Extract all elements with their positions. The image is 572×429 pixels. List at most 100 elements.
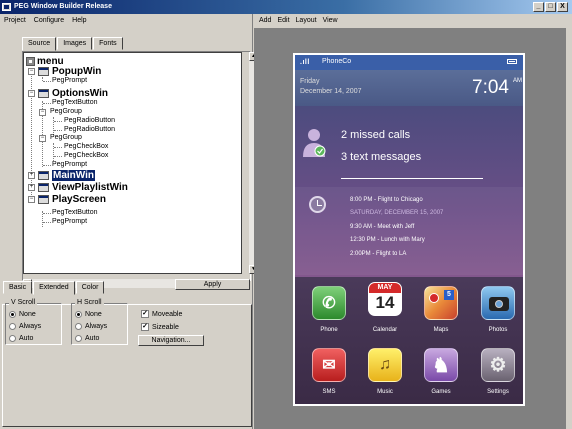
tree-item-label: PegPrompt bbox=[52, 77, 88, 84]
knight-icon: ♞ bbox=[432, 354, 450, 377]
photos-app-icon[interactable] bbox=[481, 286, 515, 320]
camera-lens-icon bbox=[495, 300, 503, 308]
phone-app-icon[interactable]: ✆ bbox=[312, 286, 346, 320]
signal-icon: .ıll bbox=[300, 59, 310, 66]
window-icon bbox=[38, 89, 49, 98]
menu-view[interactable]: View bbox=[323, 17, 338, 24]
collapse-icon[interactable]: − bbox=[39, 109, 46, 116]
radio-label: Auto bbox=[85, 335, 100, 342]
moveable-checkbox[interactable]: ✓ Moveable bbox=[141, 310, 182, 318]
tab-source[interactable]: Source bbox=[22, 37, 57, 51]
radio-icon bbox=[75, 323, 82, 330]
tree-item[interactable]: PegRadioButton bbox=[64, 117, 115, 124]
tab-basic[interactable]: Basic bbox=[3, 281, 33, 294]
collapse-icon[interactable]: − bbox=[28, 196, 35, 203]
schedule-item[interactable]: 2:00PM - Flight to LA bbox=[350, 251, 406, 257]
tree-item-viewplaylistwin[interactable]: ViewPlaylistWin bbox=[38, 182, 128, 193]
collapse-icon[interactable]: − bbox=[39, 135, 46, 142]
phone-preview[interactable]: .ıll PhoneCo Friday December 14, 2007 7:… bbox=[293, 53, 525, 406]
tree-item[interactable]: PegRadioButton bbox=[64, 126, 115, 133]
maximize-button[interactable]: □ bbox=[545, 2, 556, 12]
collapse-icon[interactable]: − bbox=[28, 68, 35, 75]
tree-item-label: PegTextButton bbox=[52, 209, 98, 216]
tree-item[interactable]: PegTextButton bbox=[52, 209, 98, 216]
checkbox-checked-icon: ✓ bbox=[141, 323, 149, 331]
envelope-icon: ✉ bbox=[322, 357, 336, 374]
tree-item[interactable]: PegCheckBox bbox=[64, 143, 108, 150]
tree-item-label: PegPrompt bbox=[52, 161, 88, 168]
sms-app-icon[interactable]: ✉ bbox=[312, 348, 346, 382]
hscroll-none-radio[interactable]: None bbox=[75, 311, 102, 318]
expand-icon[interactable]: + bbox=[28, 172, 35, 179]
schedule-item[interactable]: 12:30 PM - Lunch with Mary bbox=[350, 237, 425, 243]
tab-fonts[interactable]: Fonts bbox=[93, 37, 123, 50]
menu-project[interactable]: Project bbox=[4, 17, 26, 24]
checkbox-label: Moveable bbox=[152, 310, 183, 318]
day-label: Friday bbox=[300, 78, 320, 85]
tree-item[interactable]: PegGroup bbox=[50, 134, 82, 141]
schedule-date-header: SATURDAY, DECEMBER 15, 2007 bbox=[350, 210, 444, 216]
vscroll-none-radio[interactable]: None bbox=[9, 311, 36, 318]
minimize-button[interactable]: _ bbox=[533, 2, 544, 12]
menu-add[interactable]: Add bbox=[259, 17, 271, 24]
radio-label: Always bbox=[85, 323, 108, 330]
missed-calls-text[interactable]: 2 missed calls bbox=[341, 129, 410, 141]
resource-tabs: Source Images Fonts bbox=[22, 37, 124, 51]
status-bar: .ıll PhoneCo bbox=[295, 55, 523, 70]
tree-item-popupwin[interactable]: PopupWin bbox=[38, 66, 101, 77]
tab-extended[interactable]: Extended bbox=[33, 281, 75, 295]
schedule-item[interactable]: 8:00 PM - Flight to Chicago bbox=[350, 197, 423, 203]
hscroll-title: H Scroll bbox=[75, 299, 104, 306]
radio-label: None bbox=[85, 311, 102, 318]
app-icon bbox=[2, 3, 11, 11]
collapse-icon[interactable]: − bbox=[28, 90, 35, 97]
tree-item-label: PlayScreen bbox=[52, 194, 106, 205]
apply-button[interactable]: Apply bbox=[175, 279, 250, 290]
menu-layout[interactable]: Layout bbox=[296, 17, 317, 24]
app-label: Phone bbox=[320, 327, 338, 333]
tree-item-label: PegRadioButton bbox=[64, 126, 115, 133]
radio-selected-icon bbox=[75, 311, 82, 318]
expand-icon[interactable]: + bbox=[28, 184, 35, 191]
tree-item-playscreen[interactable]: PlayScreen bbox=[38, 194, 106, 205]
hscroll-auto-radio[interactable]: Auto bbox=[75, 335, 99, 342]
settings-app-icon[interactable]: ⚙ bbox=[481, 348, 515, 382]
gear-icon: ⚙ bbox=[489, 354, 507, 376]
menu-edit[interactable]: Edit bbox=[277, 17, 289, 24]
widget-tree[interactable]: menu − PopupWin PegPrompt − OptionsWin P… bbox=[23, 52, 242, 274]
navigation-button[interactable]: Navigation... bbox=[138, 335, 204, 346]
tree-item[interactable]: PegPrompt bbox=[52, 218, 87, 225]
title-bar: PEG Window Builder Release _ □ X bbox=[0, 0, 572, 14]
tab-images[interactable]: Images bbox=[57, 37, 93, 50]
tree-item[interactable]: PegCheckBox bbox=[64, 152, 108, 159]
app-label: Photos bbox=[488, 327, 508, 333]
menu-configure[interactable]: Configure bbox=[34, 17, 64, 24]
tree-item[interactable]: PegTextButton bbox=[52, 99, 98, 106]
date-time-panel: Friday December 14, 2007 7:04 AM bbox=[295, 70, 523, 106]
games-app-icon[interactable]: ♞ bbox=[424, 348, 458, 382]
calendar-app-icon[interactable]: MAY 14 bbox=[368, 282, 402, 316]
tree-item-optionswin[interactable]: OptionsWin bbox=[38, 88, 108, 99]
sizeable-checkbox[interactable]: ✓ Sizeable bbox=[141, 323, 179, 331]
schedule-item[interactable]: 9:30 AM - Meet with Jeff bbox=[350, 224, 414, 230]
tree-item-mainwin[interactable]: MainWin bbox=[38, 170, 96, 181]
window-icon bbox=[38, 195, 49, 204]
text-messages-text[interactable]: 3 text messages bbox=[341, 151, 421, 163]
vscroll-always-radio[interactable]: Always bbox=[9, 323, 41, 330]
app-label: Maps bbox=[433, 327, 449, 333]
tree-item[interactable]: PegPrompt bbox=[52, 161, 87, 168]
tree-item[interactable]: PegPrompt bbox=[52, 77, 87, 84]
left-menu-bar: Project Configure Help bbox=[4, 17, 87, 24]
tree-item[interactable]: PegGroup bbox=[50, 108, 82, 115]
menu-help[interactable]: Help bbox=[72, 17, 86, 24]
music-app-icon[interactable]: ♫ bbox=[368, 348, 402, 382]
hscroll-always-radio[interactable]: Always bbox=[75, 323, 107, 330]
radio-icon bbox=[75, 335, 82, 342]
vscroll-auto-radio[interactable]: Auto bbox=[9, 335, 33, 342]
left-pane: Project Configure Help Source Images Fon… bbox=[0, 14, 258, 429]
checkbox-label: Sizeable bbox=[152, 323, 179, 331]
maps-app-icon[interactable]: 5 bbox=[424, 286, 458, 320]
close-button[interactable]: X bbox=[557, 2, 568, 12]
tab-color[interactable]: Color bbox=[75, 281, 105, 294]
tree-item-label: PegGroup bbox=[50, 108, 82, 115]
